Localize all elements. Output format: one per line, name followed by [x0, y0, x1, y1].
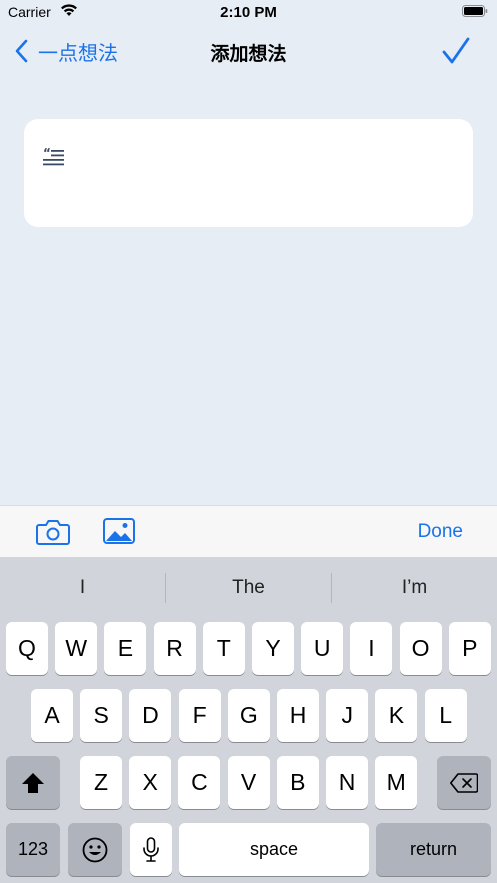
key-e[interactable]: E: [104, 622, 147, 675]
key-t[interactable]: T: [202, 622, 245, 675]
key-b[interactable]: B: [276, 756, 319, 809]
key-r[interactable]: R: [153, 622, 196, 675]
navigation-bar: 一点想法 添加想法: [0, 26, 497, 78]
key-i[interactable]: I: [350, 622, 393, 675]
key-c[interactable]: C: [178, 756, 221, 809]
key-u[interactable]: U: [301, 622, 344, 675]
checkmark-icon[interactable]: [441, 36, 471, 66]
key-m[interactable]: M: [375, 756, 418, 809]
quote-text-icon: “: [43, 148, 64, 166]
microphone-icon: [143, 836, 159, 862]
key-l[interactable]: L: [424, 689, 467, 742]
key-g[interactable]: G: [227, 689, 270, 742]
clock: 2:10 PM: [220, 4, 277, 21]
key-s[interactable]: S: [80, 689, 123, 742]
shift-icon: [22, 772, 44, 793]
return-key[interactable]: return: [376, 823, 491, 876]
key-y[interactable]: Y: [252, 622, 294, 675]
svg-text:“: “: [43, 148, 51, 160]
keyboard-accessory-bar: Done: [0, 505, 497, 558]
key-p[interactable]: P: [448, 622, 491, 675]
key-j[interactable]: J: [326, 689, 369, 742]
key-d[interactable]: D: [129, 689, 172, 742]
shift-key[interactable]: [6, 756, 60, 809]
emoji-icon: [82, 837, 108, 862]
key-x[interactable]: X: [129, 756, 172, 809]
suggestion-item[interactable]: The: [166, 577, 331, 599]
numbers-key[interactable]: 123: [6, 823, 60, 876]
status-bar: Carrier 2:10 PM: [0, 0, 497, 26]
key-q[interactable]: Q: [6, 622, 48, 675]
photo-library-icon[interactable]: [103, 518, 135, 544]
suggestion-item[interactable]: I’m: [332, 577, 497, 599]
key-o[interactable]: O: [399, 622, 442, 675]
suggestion-bar: I The I’m: [0, 557, 497, 619]
key-h[interactable]: H: [277, 689, 319, 742]
delete-key[interactable]: [437, 756, 491, 809]
thought-input-card[interactable]: “: [24, 119, 473, 227]
keyboard: I The I’m QWERTYUIOPASDFGHJKLZXCVBNM 123: [0, 557, 497, 883]
key-k[interactable]: K: [375, 689, 418, 742]
done-button[interactable]: Done: [418, 521, 463, 543]
backspace-icon: [450, 772, 478, 793]
key-n[interactable]: N: [326, 756, 368, 809]
dictation-key[interactable]: [130, 823, 172, 876]
key-z[interactable]: Z: [80, 756, 122, 809]
key-w[interactable]: W: [55, 622, 98, 675]
key-v[interactable]: V: [227, 756, 270, 809]
key-a[interactable]: A: [31, 689, 73, 742]
suggestion-item[interactable]: I: [0, 577, 165, 599]
battery-icon: [462, 5, 488, 17]
space-key[interactable]: space: [179, 823, 369, 876]
camera-icon[interactable]: [36, 519, 70, 545]
key-f[interactable]: F: [178, 689, 221, 742]
page-title: 添加想法: [210, 44, 287, 65]
emoji-key[interactable]: [68, 823, 122, 876]
